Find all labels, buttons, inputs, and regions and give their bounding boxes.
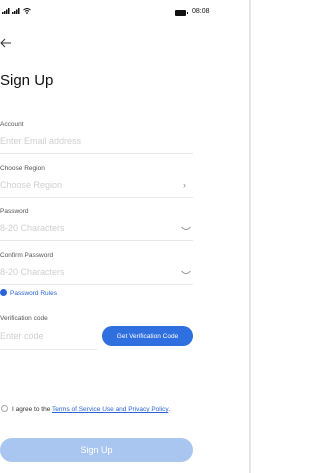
account-input[interactable]: Enter Email address [0,136,81,146]
right-edge [249,0,251,473]
agreement-prefix: I agree to the [12,406,52,413]
password-divider [0,240,193,241]
back-arrow-icon[interactable] [0,37,12,49]
account-divider [0,153,193,154]
agree-radio[interactable] [1,405,8,412]
verification-divider [0,349,97,350]
password-rules-link[interactable]: Password Rules [0,289,57,297]
password-input[interactable]: 8-20 Characters [0,223,65,233]
terms-link[interactable]: Terms of Service Use and Privacy Policy [52,406,168,413]
region-divider [0,197,193,198]
info-icon [0,289,7,296]
sign-up-button[interactable]: Sign Up [0,438,193,462]
confirm-password-divider [0,284,193,285]
region-label: Choose Region [0,165,45,172]
status-bar: 08:08 [0,8,251,20]
page-title: Sign Up [0,72,54,89]
eye-closed-icon[interactable] [181,226,191,231]
region-select[interactable]: Choose Region [0,180,62,190]
get-verification-code-button[interactable]: Get Verification Code [102,326,193,346]
battery-icon [175,10,188,16]
verification-input[interactable]: Enter code [0,331,44,341]
agreement-suffix: . [168,406,171,413]
password-rules-label: Password Rules [10,290,57,297]
eye-closed-icon[interactable] [181,270,191,275]
verification-label: Verification code [0,315,48,322]
chevron-right-icon[interactable]: › [183,180,248,190]
password-label: Password [0,208,29,215]
confirm-password-label: Confirm Password [0,252,54,259]
agreement-text: I agree to the Terms of Service Use and … [12,405,192,414]
account-label: Account [0,121,24,128]
signal-icon [2,8,31,15]
wifi-icon [23,8,31,15]
status-time: 08:08 [192,8,210,15]
confirm-password-input[interactable]: 8-20 Characters [0,267,65,277]
signup-screen: 08:08 Sign Up Account Enter Email addres… [0,0,251,473]
